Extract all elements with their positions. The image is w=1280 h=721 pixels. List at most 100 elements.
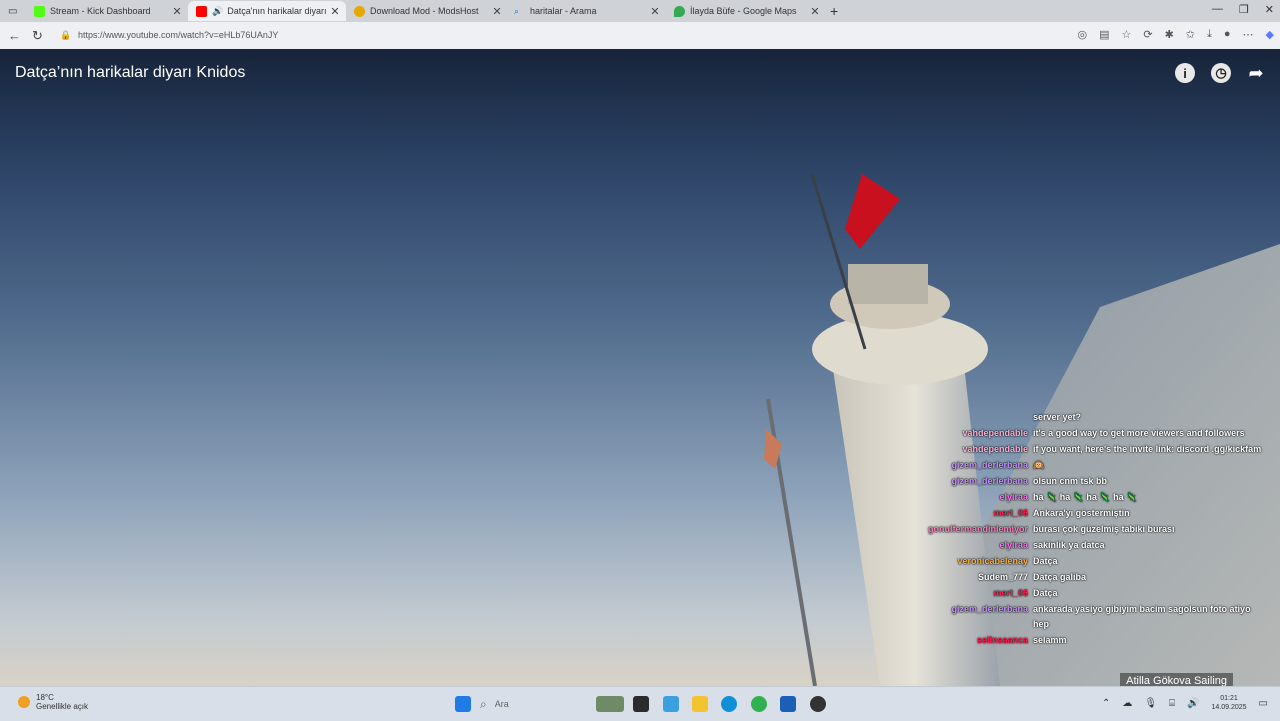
clock[interactable]: 01:21 14.09.2025 (1212, 694, 1247, 712)
bing-search-icon: ⌕ (514, 5, 520, 16)
notifications-icon[interactable]: ▭ (1259, 698, 1268, 709)
back-icon[interactable]: ← (8, 28, 21, 43)
chat-message: gizem_derlerbana ankarada yasiyo gibiyim … (928, 602, 1268, 632)
window-controls: — ❐ ✕ (1212, 3, 1274, 16)
weather-widget[interactable]: 18°C Genellikle açık (18, 693, 88, 711)
chat-message: elyiraa sakinlik ya datca (928, 538, 1268, 553)
chat-message: Sudem_777 Datça galiba (928, 570, 1268, 585)
close-icon[interactable]: ✕ (648, 5, 662, 18)
toolbar-icons: ◎ ▤ ☆ ⟳ ✱ ✩ ⤓ ● ⋯ ◆ (1077, 28, 1274, 41)
chat-text: burası çok güzelmiş tabiki burası (1033, 524, 1175, 534)
clock-time: 01:21 (1220, 695, 1238, 702)
video-player[interactable]: Datça’nın harikalar diyarı Knidos i ◷ ➦ … (0, 49, 1280, 686)
video-title: Datça’nın harikalar diyarı Knidos (15, 64, 246, 81)
chat-username[interactable]: mert_06 (928, 506, 1033, 521)
obs-icon[interactable] (810, 696, 826, 712)
chat-text: Datça (1033, 588, 1058, 598)
taskbar: 18°C Genellikle açık ⌕ Ara ⌃ ☁ 🎙 ⌸ 🔊 01:… (0, 686, 1280, 721)
share-icon[interactable]: ➦ (1246, 63, 1266, 83)
chat-username[interactable]: mert_06 (928, 586, 1033, 601)
kick-icon (34, 5, 45, 17)
speaker-icon[interactable]: 🔊 (212, 6, 223, 17)
menu-icon[interactable]: ⋯ (1243, 28, 1254, 41)
reload-icon[interactable]: ↻ (32, 28, 43, 44)
chat-message: server yet? (928, 410, 1268, 425)
translate-icon[interactable]: ◎ (1077, 28, 1087, 41)
favorites-icon[interactable]: ✩ (1186, 28, 1195, 41)
task-view-icon[interactable] (633, 696, 649, 712)
close-window-icon[interactable]: ✕ (1265, 3, 1274, 16)
minimize-icon[interactable]: — (1212, 3, 1223, 16)
chat-message: vahdependable it's a good way to get more… (928, 426, 1268, 441)
tab-haritalar-search[interactable]: ⌕ haritalar - Arama ✕ (506, 1, 666, 21)
chat-overlay: server yet? vahdependable it's a good way … (928, 410, 1268, 649)
chat-message: gizem_derlerbana 🙉 (928, 458, 1268, 473)
chat-username[interactable]: gizem_derlerbana (928, 602, 1033, 632)
plus-icon: + (830, 3, 839, 19)
chat-username[interactable]: elyiraa (928, 490, 1033, 505)
chat-username[interactable]: gonulfermandinlemiyor (928, 522, 1033, 537)
taskbar-search[interactable]: ⌕ Ara (480, 695, 580, 713)
tab-youtube-video[interactable]: 🔊 Datça'nın harikalar diyarı Kn ✕ (188, 1, 346, 21)
tab-google-maps[interactable]: İlayda Büfe - Google Maps ✕ (666, 1, 826, 21)
tab-label: İlayda Büfe - Google Maps (690, 6, 797, 16)
volume-icon[interactable]: 🔊 (1187, 698, 1199, 709)
chat-username[interactable]: vahdependable (928, 442, 1033, 457)
close-icon[interactable]: ✕ (170, 5, 184, 18)
downloads-icon[interactable]: ⤓ (1207, 28, 1212, 41)
edge-icon[interactable] (721, 696, 737, 712)
url-field[interactable]: 🔒 https://www.youtube.com/watch?v=eHLb76… (56, 25, 1016, 45)
extensions-icon[interactable]: ✱ (1165, 28, 1174, 41)
weather-temp: 18°C (36, 693, 54, 702)
copilot-taskbar-icon[interactable] (663, 696, 679, 712)
refresh-extension-icon[interactable]: ⟳ (1143, 28, 1152, 41)
new-tab-button[interactable]: + (830, 1, 848, 21)
chat-username[interactable]: elyiraa (928, 538, 1033, 553)
chat-text: selamm (1033, 635, 1067, 645)
reader-icon[interactable]: ▤ (1099, 28, 1109, 41)
favorite-star-icon[interactable]: ☆ (1121, 28, 1131, 41)
weather-sun-icon (18, 696, 30, 708)
close-icon[interactable]: ✕ (328, 5, 342, 18)
microphone-icon[interactable]: 🎙 (1144, 698, 1157, 709)
close-icon[interactable]: ✕ (808, 5, 822, 18)
widgets-icon[interactable] (596, 696, 624, 712)
chat-text: if you want, here's the invite link: dis… (1033, 444, 1262, 454)
profile-avatar-icon[interactable]: ● (1224, 28, 1231, 41)
tray-chevron-icon[interactable]: ⌃ (1102, 698, 1110, 709)
info-icon[interactable]: i (1175, 63, 1195, 83)
tab-label: Download Mod - ModsHost (370, 6, 479, 16)
tab-label: haritalar - Arama (530, 6, 597, 16)
chat-text: Ankara'yı göstermiştin (1033, 508, 1130, 518)
address-bar-row: ← ↻ 🔒 https://www.youtube.com/watch?v=eH… (0, 22, 1280, 50)
chat-text: it's a good way to get more viewers and … (1033, 428, 1245, 438)
restore-icon[interactable]: ❐ (1239, 3, 1249, 16)
chat-username[interactable] (928, 410, 1033, 425)
network-icon[interactable]: ⌸ (1169, 698, 1175, 709)
onedrive-icon[interactable]: ☁ (1122, 698, 1132, 709)
chat-message: vahdependable if you want, here's the inv… (928, 442, 1268, 457)
chat-username[interactable]: gizem_derlerbana (928, 458, 1033, 473)
tab-kick-dashboard[interactable]: Stream - Kick Dashboard ✕ (26, 1, 188, 21)
tab-actions-button[interactable]: ▭ (6, 1, 20, 21)
chat-username[interactable]: Sudem_777 (928, 570, 1033, 585)
tab-modshost[interactable]: Download Mod - ModsHost ✕ (346, 1, 508, 21)
chat-text: olsun cnm tsk bb (1033, 476, 1108, 486)
clock-icon[interactable]: ◷ (1211, 63, 1231, 83)
chat-username[interactable]: veronicabelenay (928, 554, 1033, 569)
chat-username[interactable]: gizem_derlerbana (928, 474, 1033, 489)
site-info-icon[interactable]: 🔒 (60, 30, 71, 41)
maps-icon (674, 5, 685, 17)
kick-app-icon[interactable] (751, 696, 767, 712)
chat-username[interactable]: selinsaanca (928, 633, 1033, 648)
chat-text: Datça galiba (1033, 572, 1087, 582)
chat-username[interactable]: vahdependable (928, 426, 1033, 441)
close-icon[interactable]: ✕ (490, 5, 504, 18)
windows-start-icon[interactable] (455, 696, 471, 712)
chat-text: server yet? (1033, 412, 1082, 422)
search-placeholder: Ara (494, 699, 509, 709)
copilot-icon[interactable]: ◆ (1266, 28, 1274, 41)
store-icon[interactable] (780, 696, 796, 712)
system-tray: ⌃ ☁ 🎙 ⌸ 🔊 01:21 14.09.2025 ▭ (1102, 694, 1268, 712)
file-explorer-icon[interactable] (692, 696, 708, 712)
